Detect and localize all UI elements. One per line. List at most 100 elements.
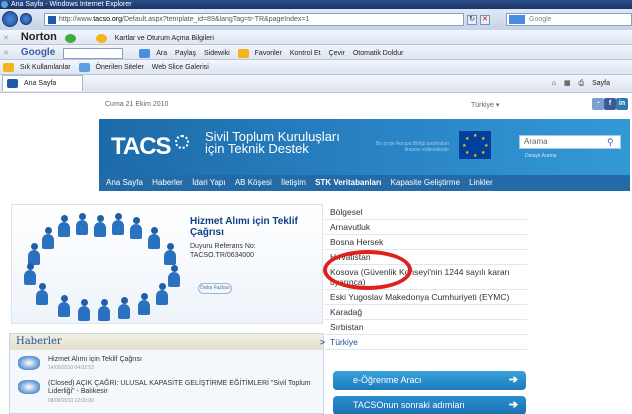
nav-linkler[interactable]: Linkler <box>469 175 493 191</box>
stop-icon[interactable]: ✕ <box>480 15 490 25</box>
nav-idari-yapi[interactable]: İdari Yapı <box>192 175 226 191</box>
close-toolbar-icon[interactable]: ✕ <box>3 31 9 46</box>
norton-status-icon[interactable] <box>64 33 76 43</box>
feature-title[interactable]: Hizmet Alımı için Teklif Çağrısı <box>190 216 320 238</box>
google-search-icon <box>139 48 151 58</box>
country-turkiye[interactable]: Türkiye <box>320 335 527 350</box>
address-path: /Default.aspx?template_id=89&langTag=tr-… <box>122 16 310 23</box>
back-icon[interactable] <box>2 11 18 27</box>
person-figure <box>148 227 160 249</box>
tab-label: Ana Sayfa <box>24 80 57 87</box>
tacso-logo[interactable]: TACS <box>111 133 172 161</box>
person-figure <box>58 295 70 317</box>
reference-label: Duyuru Referans No: <box>190 243 256 250</box>
tab-ana-sayfa[interactable]: Ana Sayfa <box>2 75 84 91</box>
person-figure <box>112 213 124 235</box>
country-eymc[interactable]: Eski Yugoslav Makedonya Cumhuriyeti (EYM… <box>325 290 527 305</box>
rss-icon[interactable]: ◔ <box>592 98 604 110</box>
next-steps-banner[interactable]: TACSOnun sonraki adımları ➔ <box>333 396 526 414</box>
nav-kapasite-gelistirme[interactable]: Kapasite Geliştirme <box>391 175 460 191</box>
nav-stk-veritabanlari[interactable]: STK Veritabanları <box>315 175 381 191</box>
site-search-input[interactable]: Arama ⚲ <box>519 135 621 149</box>
site-banner: TACS Sivil Toplum Kuruluşları için Tekni… <box>99 119 630 175</box>
norton-logo[interactable]: Norton <box>21 30 57 45</box>
nav-ab-kosesi[interactable]: AB Köşesi <box>235 175 272 191</box>
web-slice-gallery-link[interactable]: Web Slice Galerisi <box>152 60 209 75</box>
search-icon[interactable]: ⚲ <box>607 137 618 148</box>
forward-icon[interactable] <box>20 13 32 25</box>
suggested-sites-link[interactable]: Önerilen Siteler <box>96 60 144 75</box>
spellcheck-button[interactable]: Kontrol Et <box>290 46 321 61</box>
news-heading: Haberler <box>10 334 323 350</box>
e-learning-banner[interactable]: e-Öğrenme Aracı ➔ <box>333 371 526 390</box>
country-sirbistan[interactable]: Sırbistan <box>325 320 527 335</box>
nav-haberler[interactable]: Haberler <box>152 175 183 191</box>
page-viewport: Cuma 21 Ekim 2010 Türkiye ▾ ◔ f in TACS … <box>0 93 632 414</box>
print-icon[interactable]: ⎙ <box>579 75 585 93</box>
site-title-line2: için Teknik Destek <box>205 141 309 156</box>
country-bosna-hersek[interactable]: Bosna Hersek <box>325 235 527 250</box>
person-figure <box>36 283 48 305</box>
suggested-sites-icon <box>78 62 90 72</box>
favorites-button[interactable]: Favoriler <box>255 46 282 61</box>
page-menu-label[interactable]: Sayfa <box>592 75 610 93</box>
linkedin-icon[interactable]: in <box>616 98 628 110</box>
eu-funding-note: Bu proje Avrupa Birliği tarafından finan… <box>369 141 449 153</box>
facebook-icon[interactable]: f <box>604 98 616 110</box>
person-figure <box>28 243 40 265</box>
news-title[interactable]: (Closed) AÇIK ÇAĞRI: ULUSAL KAPASİTE GEL… <box>48 380 318 396</box>
feeds-icon[interactable]: ▦ <box>564 75 571 93</box>
annotation-highlight-oval <box>323 250 412 290</box>
google-logo: Google <box>20 47 56 58</box>
favorites-button[interactable]: Sık Kullanılanlar <box>20 60 71 75</box>
site-title: Sivil Toplum Kuruluşları için Teknik Des… <box>205 130 340 156</box>
autofill-button[interactable]: Otomatik Doldur <box>353 46 404 61</box>
country-arnavutluk[interactable]: Arnavutluk <box>325 220 527 235</box>
country-bolgesel[interactable]: Bölgesel <box>325 205 527 220</box>
google-search-icon <box>509 15 525 24</box>
ie-icon <box>1 1 8 8</box>
person-figure <box>164 243 176 265</box>
news-title[interactable]: Hizmet Alımı için Teklif Çağrısı <box>48 356 318 364</box>
close-toolbar-icon[interactable]: ✕ <box>3 46 9 61</box>
search-placeholder: Google <box>529 16 552 23</box>
person-figure <box>98 299 110 321</box>
tab-row: Ana Sayfa ⌂ ▦ ⎙ Sayfa <box>0 75 632 93</box>
identity-menu[interactable]: Kartlar ve Oturum Açma Bilgileri <box>115 31 214 46</box>
person-figure <box>78 299 90 321</box>
country-karadag[interactable]: Karadağ <box>325 305 527 320</box>
sidewiki-button[interactable]: Sidewiki <box>204 46 230 61</box>
home-icon[interactable]: ⌂ <box>552 75 556 93</box>
share-button[interactable]: Paylaş <box>175 46 196 61</box>
main-navigation: Ana Sayfa Haberler İdari Yapı AB Köşesi … <box>99 175 630 191</box>
identity-icon <box>95 33 107 43</box>
more-button[interactable]: Daha Fazlası <box>198 283 232 294</box>
favorites-bar: Sık Kullanılanlar Önerilen Siteler Web S… <box>0 60 632 75</box>
site-search-placeholder: Arama <box>524 137 548 146</box>
google-search-button[interactable]: Ara <box>156 46 167 61</box>
google-toolbar: ✕ Google Ara Paylaş Sidewiki Favoriler K… <box>0 45 632 60</box>
address-row: http://www.tacso.org/Default.aspx?templa… <box>0 9 632 30</box>
arrow-right-icon: ➔ <box>508 374 518 386</box>
translate-button[interactable]: Çevir <box>329 46 345 61</box>
address-field[interactable]: http://www.tacso.org/Default.aspx?templa… <box>44 13 464 26</box>
language-selector[interactable]: Türkiye ▾ <box>471 101 499 109</box>
person-figure <box>168 265 180 287</box>
nav-ana-sayfa[interactable]: Ana Sayfa <box>106 175 143 191</box>
person-figure <box>156 283 168 305</box>
next-steps-label: TACSOnun sonraki adımları <box>353 400 465 410</box>
norton-toolbar: ✕ Norton Kartlar ve Oturum Açma Bilgiler… <box>0 30 632 45</box>
refresh-icon[interactable]: ↻ <box>467 15 477 25</box>
address-domain: tacso.org <box>93 16 123 23</box>
address-prefix: http://www. <box>59 16 94 23</box>
e-learning-label: e-Öğrenme Aracı <box>353 375 422 385</box>
logo-text: TACS <box>111 133 172 160</box>
page-menu[interactable]: ⌂ ▦ ⎙ Sayfa <box>552 75 616 93</box>
person-figure <box>94 215 106 237</box>
window-title: Ana Sayfa - Windows Internet Explorer <box>11 1 132 8</box>
search-field[interactable]: Google <box>506 13 632 26</box>
advanced-search-link[interactable]: Detaylı Arama <box>525 153 556 159</box>
google-search-input[interactable] <box>63 47 124 59</box>
nav-iletisim[interactable]: İletişim <box>281 175 306 191</box>
person-figure <box>130 217 142 239</box>
